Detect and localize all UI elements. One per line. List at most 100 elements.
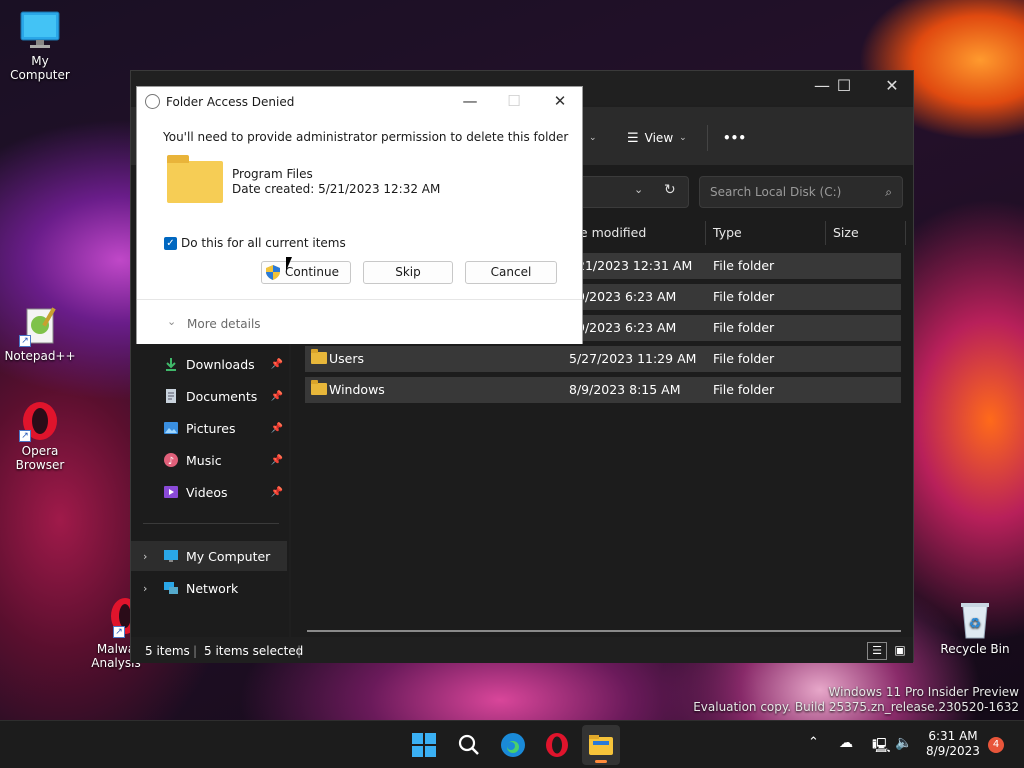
table-row[interactable]: Windows 8/9/2023 8:15 AM File folder	[305, 377, 901, 403]
column-divider[interactable]	[825, 221, 826, 245]
search-icon: ⌕	[885, 185, 892, 199]
folder-icon	[311, 349, 327, 364]
item-count: 5 items	[145, 644, 190, 658]
download-icon	[166, 358, 176, 371]
chevron-down-icon: ⌄	[589, 133, 597, 143]
chevron-right-icon[interactable]: ›	[143, 550, 147, 563]
sidebar-item-documents[interactable]: Documents 📌	[131, 381, 287, 411]
continue-button[interactable]: Continue	[261, 261, 351, 284]
desktop-icon-label: Opera Browser	[15, 444, 65, 472]
close-button[interactable]: ✕	[537, 87, 583, 117]
monitor-icon	[19, 10, 61, 52]
continue-label: Continue	[285, 265, 339, 279]
start-button[interactable]	[410, 731, 438, 759]
chevron-up-icon[interactable]: ⌃	[808, 735, 819, 750]
details-view-icon[interactable]: ☰	[867, 642, 887, 660]
sidebar-item-network[interactable]: › Network	[131, 573, 287, 603]
skip-button[interactable]: Skip	[363, 261, 453, 284]
pin-icon: 📌	[270, 454, 283, 466]
sort-button[interactable]: ⌄	[589, 127, 597, 149]
file-type: File folder	[713, 382, 775, 397]
desktop-icon-opera[interactable]: ↗ Opera Browser	[0, 400, 80, 472]
network-icon[interactable]: 🖳	[872, 735, 891, 759]
file-date: 9/2023 6:23 AM	[577, 320, 677, 335]
sidebar-item-pictures[interactable]: Pictures 📌	[131, 413, 287, 443]
sidebar-item-videos[interactable]: Videos 📌	[131, 477, 287, 507]
desktop-icon-my-computer[interactable]: My Computer	[0, 10, 80, 82]
dialog-message: You'll need to provide administrator per…	[163, 130, 569, 144]
edge-icon	[501, 733, 525, 757]
search-placeholder: Search Local Disk (C:)	[710, 185, 842, 199]
chevron-down-icon: ⌄	[679, 133, 687, 143]
column-divider[interactable]	[705, 221, 706, 245]
svg-text:♪: ♪	[168, 456, 174, 467]
refresh-icon[interactable]: ↻	[664, 182, 676, 198]
file-type: File folder	[713, 258, 775, 273]
file-name: Windows	[329, 382, 385, 397]
search-icon	[458, 734, 479, 755]
table-row[interactable]: Users 5/27/2023 11:29 AM File folder	[305, 346, 901, 372]
opera-button[interactable]	[543, 731, 571, 759]
recycle-bin-icon: ♻	[954, 598, 996, 640]
cancel-button[interactable]: Cancel	[465, 261, 557, 284]
minimize-button[interactable]: —	[447, 87, 493, 117]
desktop-icon-recycle-bin[interactable]: ♻ Recycle Bin	[935, 598, 1015, 656]
mouse-cursor-icon	[286, 257, 292, 271]
maximize-button: ☐	[507, 92, 521, 110]
column-header-type[interactable]: Type	[713, 221, 742, 245]
clock[interactable]: 6:31 AM 8/9/2023	[918, 729, 988, 759]
windows-watermark: Windows 11 Pro Insider Preview Evaluatio…	[693, 685, 1019, 714]
sidebar-item-downloads[interactable]: Downloads 📌	[131, 349, 287, 379]
shortcut-arrow-icon: ↗	[19, 430, 31, 442]
status-bar: 5 items | 5 items selected | ☰ ▣	[131, 641, 913, 663]
chevron-right-icon[interactable]: ›	[143, 582, 147, 595]
selected-count: 5 items selected	[204, 644, 304, 658]
shortcut-arrow-icon: ↗	[19, 335, 31, 347]
address-bar[interactable]: ⌄ ↻	[571, 176, 689, 208]
pictures-icon	[164, 422, 178, 434]
view-button[interactable]: ☰ View ⌄	[627, 127, 687, 149]
file-date: 21/2023 12:31 AM	[577, 258, 693, 273]
folder-access-denied-dialog: Folder Access Denied — ☐ ✕ You'll need t…	[136, 86, 583, 344]
status-divider: |	[193, 644, 198, 658]
sidebar-item-my-computer[interactable]: › My Computer	[131, 541, 287, 571]
edge-button[interactable]	[499, 731, 527, 759]
volume-icon[interactable]: 🔈	[895, 735, 912, 751]
cloud-offline-icon[interactable]: ☁	[839, 735, 853, 751]
file-date: 8/9/2023 8:15 AM	[569, 382, 681, 397]
column-divider[interactable]	[905, 221, 906, 245]
network-icon	[164, 582, 178, 594]
file-date: 9/2023 6:23 AM	[577, 289, 677, 304]
clock-date: 8/9/2023	[926, 744, 980, 758]
taskbar: ⌃ ☁ 🖳 🔈 6:31 AM 8/9/2023 4	[0, 720, 1024, 768]
search-input[interactable]: Search Local Disk (C:) ⌕	[699, 176, 903, 208]
more-details-toggle[interactable]: More details	[187, 317, 261, 331]
file-explorer-button[interactable]	[582, 725, 620, 765]
sidebar-divider	[143, 523, 279, 524]
folder-icon	[167, 155, 223, 203]
monitor-icon	[164, 550, 178, 562]
apply-to-all-label[interactable]: Do this for all current items	[181, 236, 346, 250]
desktop-icon-notepad-plus-plus[interactable]: ↗ Notepad++	[0, 305, 80, 363]
file-type: File folder	[713, 289, 775, 304]
close-button[interactable]: ✕	[869, 71, 915, 103]
desktop-icon-label: My Computer	[10, 54, 70, 82]
more-icon: •••	[723, 131, 747, 145]
file-type: File folder	[713, 351, 775, 366]
shortcut-arrow-icon: ↗	[113, 626, 125, 638]
apply-to-all-checkbox[interactable]: ✓	[164, 237, 177, 250]
folder-icon	[589, 735, 613, 755]
column-header-size[interactable]: Size	[833, 221, 859, 245]
maximize-button[interactable]: ☐	[821, 71, 867, 103]
more-options-button[interactable]: •••	[723, 127, 746, 149]
notification-badge[interactable]: 4	[988, 737, 1004, 753]
active-app-indicator	[595, 760, 607, 763]
sidebar-item-music[interactable]: ♪ Music 📌	[131, 445, 287, 475]
chevron-down-icon[interactable]: ⌄	[167, 315, 176, 328]
dialog-footer: ⌄ More details	[137, 299, 582, 344]
search-button[interactable]	[455, 731, 483, 759]
horizontal-scrollbar[interactable]	[307, 630, 901, 632]
view-list-icon: ☰	[627, 130, 639, 146]
tiles-view-icon[interactable]: ▣	[891, 642, 909, 660]
column-header-date[interactable]: te modified	[575, 221, 646, 245]
